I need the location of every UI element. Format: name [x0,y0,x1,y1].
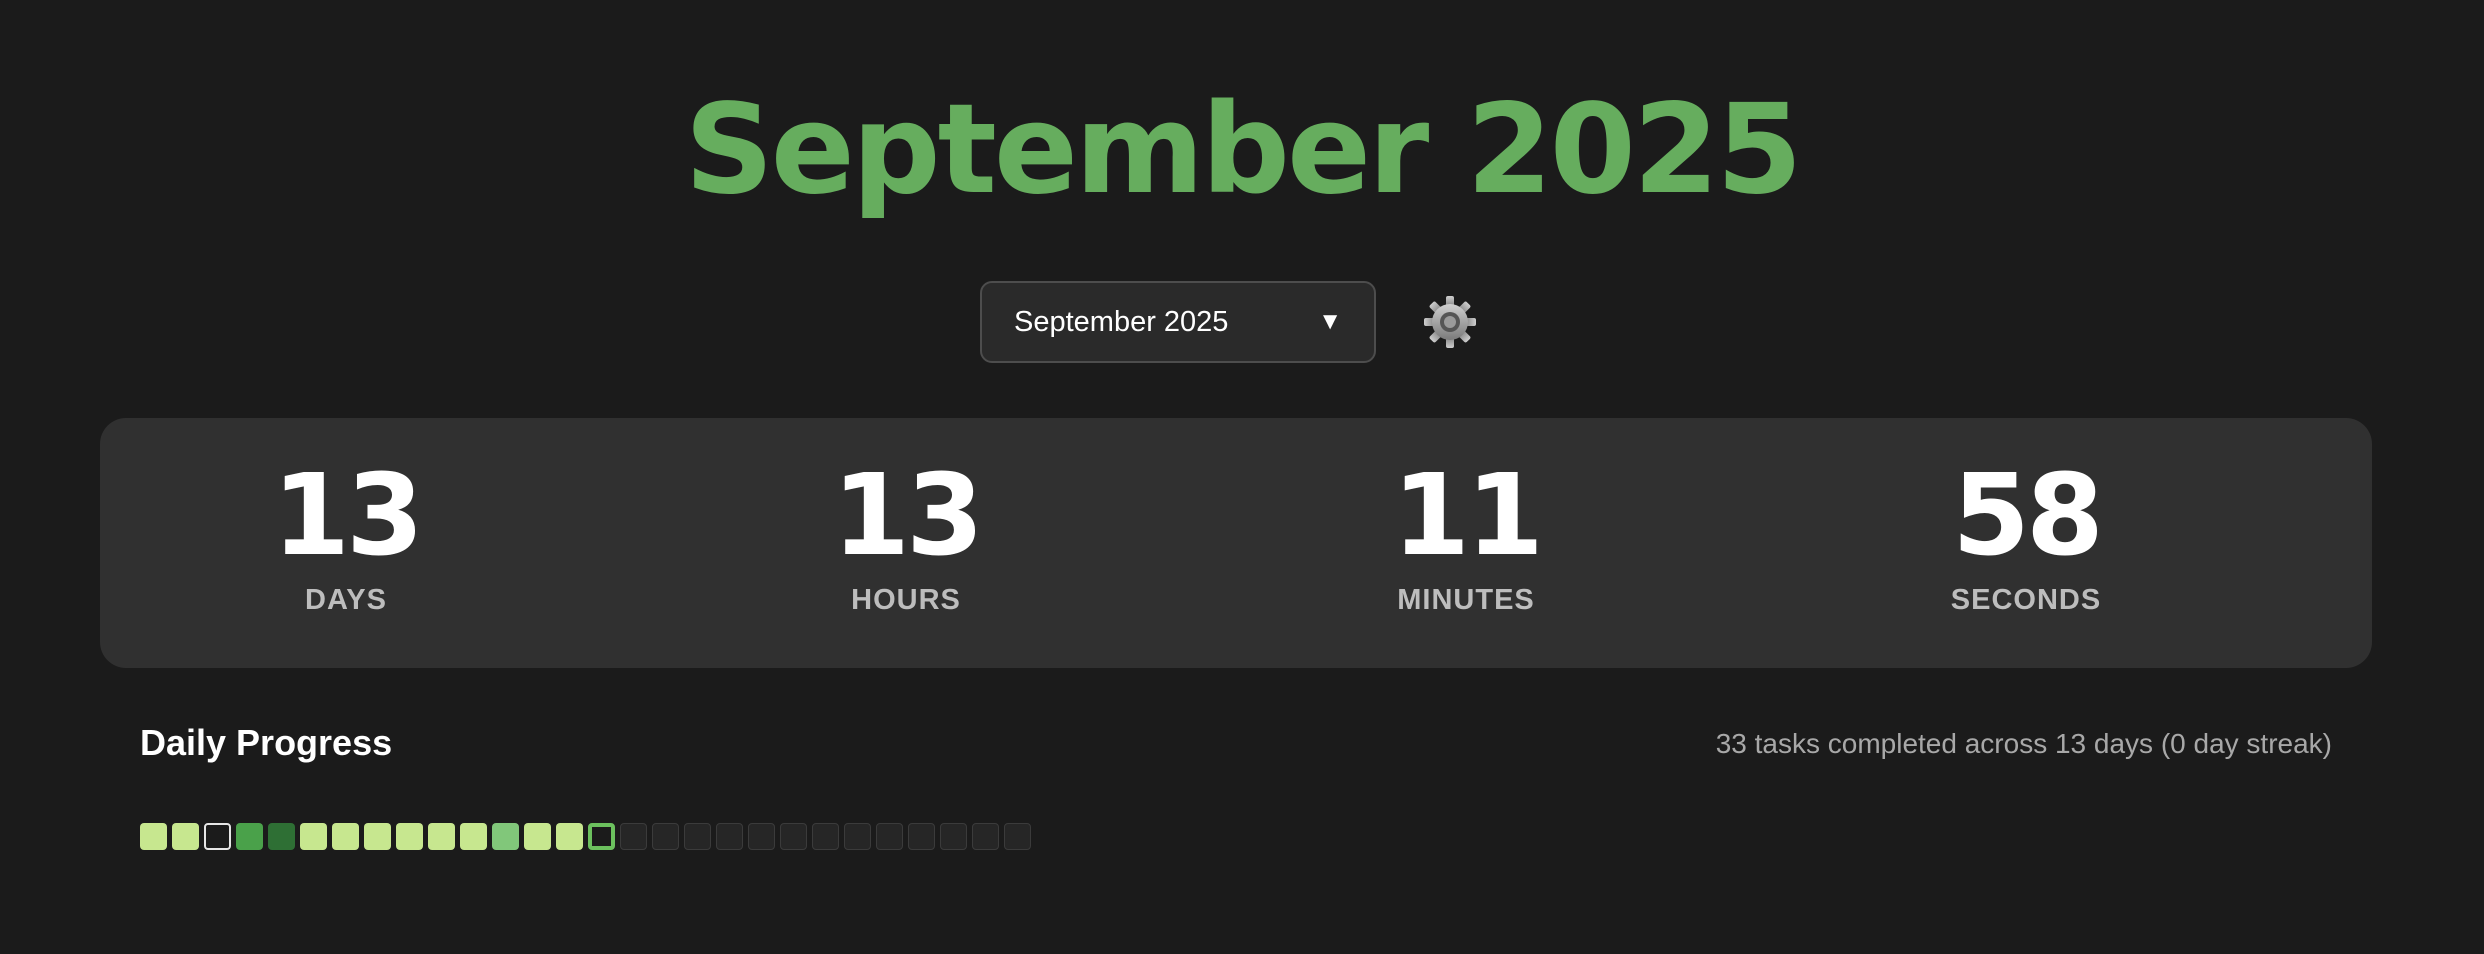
hours-value: 13 [832,451,984,581]
day-cell[interactable] [1004,823,1031,850]
day-cell[interactable] [492,823,519,850]
day-cell[interactable] [428,823,455,850]
gear-icon[interactable] [1422,294,1478,350]
page-title: September 2025 [684,78,1802,222]
daily-progress-title: Daily Progress [140,722,393,763]
day-cell[interactable] [780,823,807,850]
days-label: DAYS [305,584,387,616]
day-cell[interactable] [396,823,423,850]
day-cell[interactable] [204,823,231,850]
day-cell[interactable] [588,823,615,850]
countdown-days: 13 DAYS [196,418,496,617]
countdown-minutes: 11 MINUTES [1316,418,1616,617]
day-cell[interactable] [236,823,263,850]
day-cell[interactable] [460,823,487,850]
day-cell[interactable] [364,823,391,850]
progress-summary: 33 tasks completed across 13 days (0 day… [1715,728,2332,759]
day-cell[interactable] [716,823,743,850]
hours-label: HOURS [851,584,961,616]
day-cell[interactable] [172,823,199,850]
daily-progress-grid [140,823,1031,850]
day-cell[interactable] [140,823,167,850]
day-cell[interactable] [684,823,711,850]
countdown-hours: 13 HOURS [756,418,1056,617]
month-select[interactable]: September 2025 ▼ [980,281,1376,363]
minutes-label: MINUTES [1397,584,1535,616]
day-cell[interactable] [812,823,839,850]
chevron-down-icon: ▼ [1318,308,1342,335]
day-cell[interactable] [620,823,647,850]
seconds-label: SECONDS [1950,584,2102,616]
day-cell[interactable] [556,823,583,850]
day-cell[interactable] [940,823,967,850]
day-cell[interactable] [844,823,871,850]
controls-bar: September 2025 ▼ [980,280,1478,364]
countdown-seconds: 58 SECONDS [1876,418,2176,617]
day-cell[interactable] [524,823,551,850]
day-cell[interactable] [876,823,903,850]
countdown-panel: 13 DAYS 13 HOURS 11 MINUTES 58 SECONDS [100,418,2372,668]
seconds-value: 58 [1952,451,2104,581]
day-cell[interactable] [908,823,935,850]
minutes-value: 11 [1392,451,1544,581]
month-select-value: September 2025 [1014,305,1229,338]
day-cell[interactable] [332,823,359,850]
day-cell[interactable] [972,823,999,850]
days-value: 13 [272,451,424,581]
day-cell[interactable] [300,823,327,850]
day-cell[interactable] [748,823,775,850]
day-cell[interactable] [268,823,295,850]
day-cell[interactable] [652,823,679,850]
